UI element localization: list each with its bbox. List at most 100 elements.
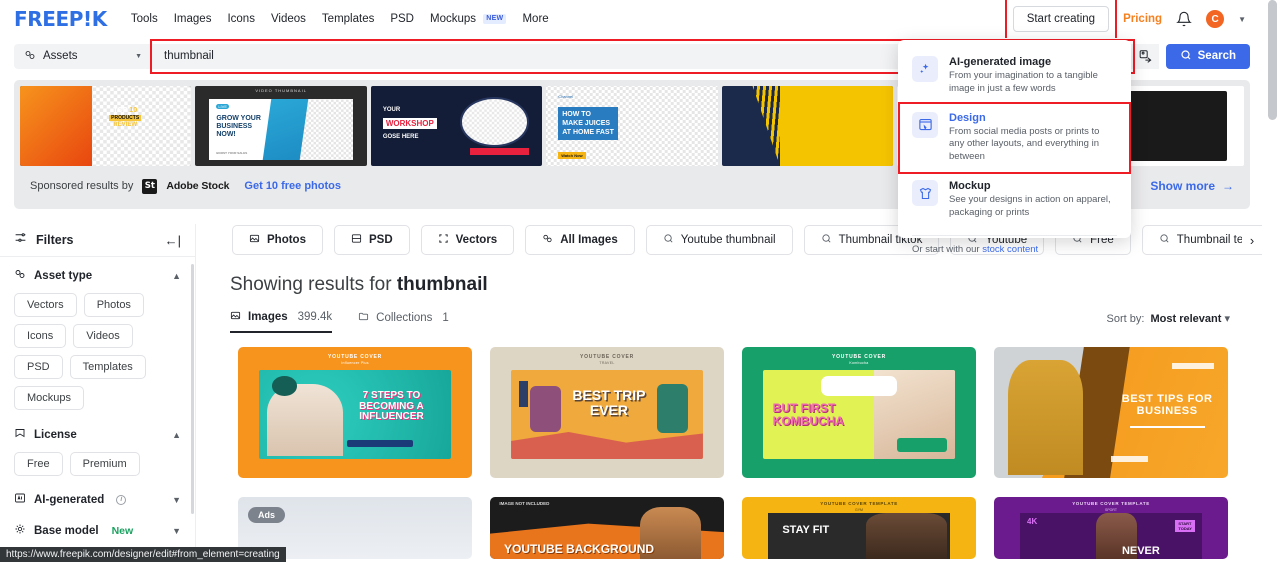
nav-item-videos[interactable]: Videos xyxy=(271,13,306,25)
sort-by-label: Sort by: xyxy=(1106,312,1145,325)
nav-label: Videos xyxy=(270,13,306,25)
results-title-query: thumbnail xyxy=(396,274,488,295)
psd-icon xyxy=(351,233,362,247)
sponsored-thumb-sub: Watch Now xyxy=(558,151,586,159)
tab-count: 1 xyxy=(442,312,449,324)
all-images-icon xyxy=(542,233,553,247)
info-icon[interactable]: i xyxy=(116,494,127,505)
chip-vectors[interactable]: Vectors xyxy=(420,225,515,255)
start-creating-wrapper: Start creating xyxy=(1004,0,1118,40)
freepik-logo[interactable]: FREEP!K xyxy=(14,7,107,31)
nav-item-icons[interactable]: Icons xyxy=(227,13,255,25)
sponsored-thumb[interactable]: VIDEO THUMBNAIL LIVE GROW YOUR BUSINESS NO… xyxy=(195,86,367,166)
nav-item-mockups[interactable]: Mockups NEW xyxy=(430,13,507,25)
account-chevron-down-icon[interactable]: ▼ xyxy=(1238,15,1246,24)
freepik-search-page: FREEP!K Tools Images Icons Videos Templa… xyxy=(0,0,1280,562)
start-creating-button[interactable]: Start creating xyxy=(1012,6,1110,32)
ai-icon xyxy=(14,492,26,507)
dropdown-item-desc: See your designs in action on apparel, p… xyxy=(949,194,1111,218)
filter-header-asset-type[interactable]: Asset type ▲ xyxy=(14,268,181,283)
search-button-label: Search xyxy=(1197,50,1236,62)
dropdown-item-mockup[interactable]: Mockup See your designs in action on app… xyxy=(898,172,1131,228)
result-card[interactable]: YOUTUBE COVER TEMPLATE GYM STAY FIT xyxy=(742,497,976,559)
window-scrollbar[interactable] xyxy=(1264,0,1280,562)
thumbnail-art: YOUTUBE COVER Kombucha BUT FIRST KOMBUCH… xyxy=(742,347,976,478)
filter-group-base-model: Base model New ▼ xyxy=(0,507,195,538)
window-scrollbar-thumb[interactable] xyxy=(1268,0,1277,120)
asset-scope-dropdown[interactable]: Assets ▼ xyxy=(14,43,152,69)
result-card[interactable]: IMAGE NOT INCLUDED YOUTUBE BACKGROUND xyxy=(490,497,724,559)
thumb-label: YOUTUBE COVER xyxy=(831,354,886,360)
chevron-down-icon: ▾ xyxy=(1224,312,1230,325)
tab-collections[interactable]: Collections 1 xyxy=(358,311,449,332)
asset-type-icon xyxy=(14,268,26,283)
tag-vectors[interactable]: Vectors xyxy=(14,293,77,317)
tag-premium[interactable]: Premium xyxy=(69,452,140,476)
show-more-button[interactable]: Show more → xyxy=(1150,179,1234,193)
chevron-down-icon: ▼ xyxy=(172,494,181,505)
sidebar-scrollbar[interactable] xyxy=(191,264,194,514)
notifications-bell-icon[interactable] xyxy=(1176,11,1192,27)
chip-photos[interactable]: Photos xyxy=(232,225,323,255)
chips-next-arrow-icon[interactable]: › xyxy=(1242,229,1262,251)
chip-psd[interactable]: PSD xyxy=(333,225,410,255)
image-search-icon[interactable] xyxy=(1132,43,1159,69)
tag-mockups[interactable]: Mockups xyxy=(14,386,85,410)
asset-type-tags: Vectors Photos Icons Videos PSD Template… xyxy=(14,293,181,410)
search-button[interactable]: Search xyxy=(1165,43,1250,69)
sponsored-thumb[interactable]: YOUR WORKSHOP GOSE HERE xyxy=(370,86,543,166)
tag-videos[interactable]: Videos xyxy=(73,324,133,348)
result-card[interactable]: BEST TIPS FOR BUSINESS xyxy=(994,347,1228,478)
nav-label: Images xyxy=(173,13,212,25)
mockup-icon xyxy=(912,180,938,207)
pricing-link[interactable]: Pricing xyxy=(1123,13,1162,25)
result-card[interactable]: YOUTUBE COVER Influencer Plus 7 STEPS TO… xyxy=(238,347,472,478)
sort-by-value: Most relevant xyxy=(1150,312,1222,325)
base-model-new-badge: New xyxy=(111,524,134,537)
thumb-sub: GYM xyxy=(855,508,863,512)
search-icon xyxy=(821,233,832,247)
dropdown-item-title: Mockup xyxy=(949,180,991,193)
filter-header-license[interactable]: License ▲ xyxy=(14,427,181,442)
sort-by-dropdown[interactable]: Sort by: Most relevant ▾ xyxy=(1107,312,1230,332)
filter-header-ai-generated[interactable]: AI-generated i ▼ xyxy=(14,492,181,507)
sponsored-thumb[interactable]: Channel HOW TO MAKE JUICES AT HOME FAST Wa… xyxy=(546,86,718,166)
tag-templates[interactable]: Templates xyxy=(69,355,146,379)
result-card[interactable]: YOUTUBE COVER Kombucha BUT FIRST KOMBUCH… xyxy=(742,347,976,478)
sponsored-thumb[interactable]: TOP 10 PRODUCTS REVIEW xyxy=(20,86,192,166)
chip-all-images[interactable]: All Images xyxy=(525,225,635,255)
result-card[interactable]: YOUTUBE COVER TEMPLATE SPORT 4K START TOD… xyxy=(994,497,1228,559)
thumb-label: YOUTUBE COVER xyxy=(579,354,634,360)
thumb-headline: 7 STEPS TO BECOMING A INFLUENCER xyxy=(359,390,424,423)
user-avatar[interactable]: C xyxy=(1206,10,1225,28)
results-grid-row-2: Ads IMAGE NOT INCLUDED YOUTUBE BACKGROUN… xyxy=(196,478,1264,559)
chip-label: Photos xyxy=(267,234,306,246)
status-bar-url: https://www.freepik.com/designer/edit#fr… xyxy=(6,549,280,560)
tag-free[interactable]: Free xyxy=(14,452,63,476)
chip-youtube-thumbnail[interactable]: Youtube thumbnail xyxy=(645,225,793,255)
nav-item-images[interactable]: Images xyxy=(174,13,212,25)
stock-content-link[interactable]: stock content xyxy=(982,244,1038,255)
collapse-sidebar-icon[interactable]: ←| xyxy=(165,233,181,248)
tab-count: 399.4k xyxy=(297,311,333,323)
folder-icon xyxy=(358,311,369,325)
nav-item-templates[interactable]: Templates xyxy=(322,13,374,25)
filter-label: Base model xyxy=(34,524,99,537)
result-card[interactable]: YOUTUBE COVER TRAVEL BEST TRIP EVER xyxy=(490,347,724,478)
tag-icons[interactable]: Icons xyxy=(14,324,67,348)
chip-label: Vectors xyxy=(455,234,498,246)
dropdown-item-ai-generated-image[interactable]: AI-generated image From your imagination… xyxy=(898,48,1131,104)
tab-images[interactable]: Images 399.4k xyxy=(230,310,333,333)
sponsored-thumb[interactable] xyxy=(721,86,894,166)
nav-item-more[interactable]: More xyxy=(522,13,548,25)
nav-item-psd[interactable]: PSD xyxy=(390,13,414,25)
tag-photos[interactable]: Photos xyxy=(83,293,144,317)
nav-item-tools[interactable]: Tools xyxy=(131,13,158,25)
tab-label: Images xyxy=(248,311,288,323)
filter-header-base-model[interactable]: Base model New ▼ xyxy=(14,523,181,538)
image-icon xyxy=(230,310,241,324)
get-free-photos-link[interactable]: Get 10 free photos xyxy=(244,180,341,192)
tag-psd[interactable]: PSD xyxy=(14,355,63,379)
nav-label: PSD xyxy=(390,13,414,25)
dropdown-item-design[interactable]: Design From social media posts or prints… xyxy=(898,104,1131,172)
